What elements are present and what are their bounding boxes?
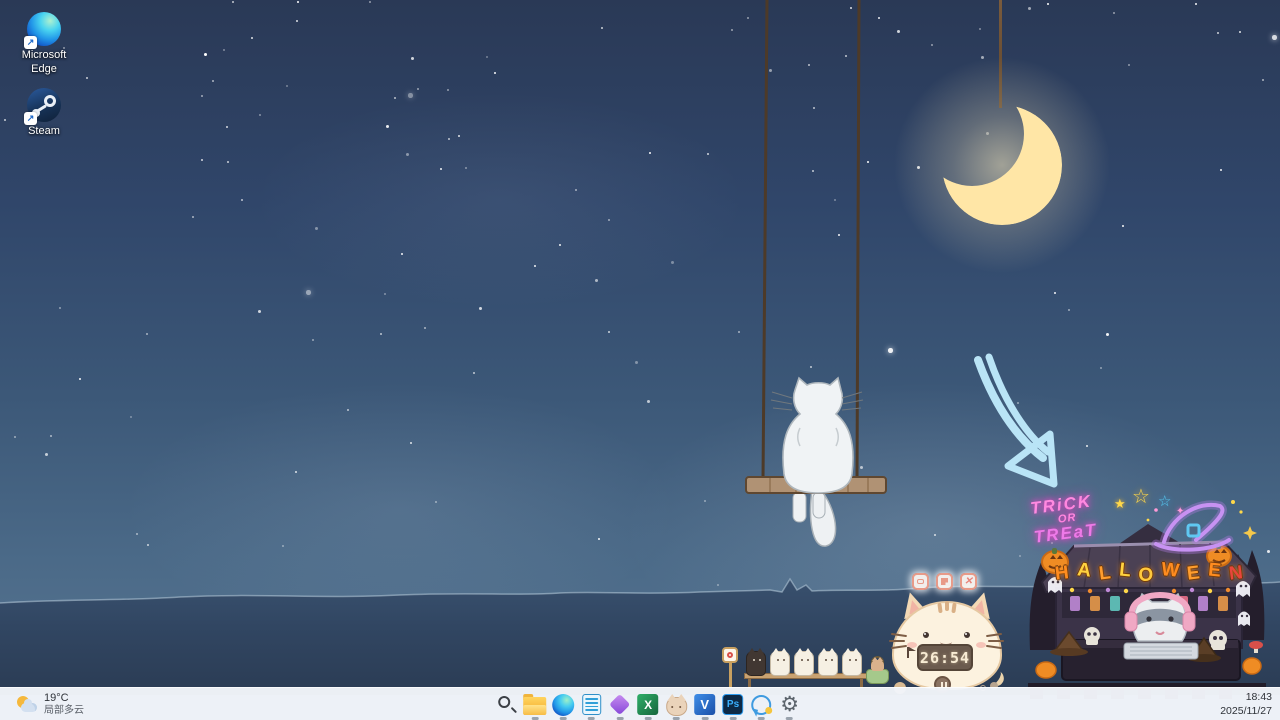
basket-cat — [871, 660, 884, 671]
close-button[interactable]: ✕ — [960, 573, 977, 590]
weather-condition: 局部多云 — [44, 705, 84, 717]
halloween-letter: E — [1207, 559, 1222, 582]
halloween-letter: H — [1054, 562, 1070, 586]
taskbar-icon-file-explorer[interactable] — [521, 688, 549, 720]
flag-icon — [907, 647, 909, 658]
taskbar-icon-photoshop[interactable]: Ps — [719, 688, 747, 720]
taskbar-icon-notes[interactable] — [577, 688, 605, 720]
timer-cat-body: 26:54 — [890, 592, 1006, 690]
cat-app-icon — [665, 693, 688, 716]
desktop-icon-edge[interactable]: ↗ Microsoft Edge — [6, 12, 82, 77]
taskbar-center-icons: X V Ps ⚙ — [464, 688, 804, 720]
desktop: ↗ Microsoft Edge ↗ Steam — [0, 0, 1280, 720]
basket — [866, 669, 889, 684]
halloween-letter: L — [1118, 559, 1132, 582]
search-icon — [495, 693, 518, 716]
file-explorer-icon — [523, 693, 546, 716]
bench-cat — [818, 651, 838, 676]
halloween-letter: L — [1098, 562, 1112, 585]
halloween-letter: N — [1228, 562, 1244, 586]
halloween-widget[interactable]: TRiCK OR TREaT ★ ☆ ☆ ✦ HALLOWEEN — [1028, 490, 1268, 705]
halloween-letter: A — [1076, 559, 1092, 582]
cat-on-swing-illustration — [700, 0, 900, 560]
halloween-letter: E — [1186, 562, 1201, 585]
neon-sign-text: TRiCK OR TREaT — [1029, 492, 1098, 547]
timer-display: 26:54 — [917, 644, 973, 671]
cat-bench-widget[interactable] — [720, 645, 890, 690]
taskbar: 19°C 局部多云 X — [0, 687, 1280, 720]
start-icon — [467, 693, 490, 716]
edge-logo-icon: ↗ — [27, 12, 61, 46]
steam-logo-icon: ↗ — [27, 88, 61, 122]
taskbar-icon-excel[interactable]: X — [634, 688, 662, 720]
cat-eye — [923, 632, 929, 638]
notes-icon — [580, 693, 603, 716]
desktop-icon-label: Steam — [6, 125, 82, 139]
cloud-patch — [250, 90, 750, 310]
pomodoro-timer-widget[interactable]: ✕ 26:54 — [890, 568, 1006, 690]
weather-partly-cloudy-icon — [16, 695, 38, 715]
taskbar-date: 2025/11/27 — [1220, 705, 1272, 719]
halloween-banner: HALLOWEEN — [1055, 562, 1243, 584]
taskbar-icon-edge[interactable] — [549, 688, 577, 720]
taskbar-clock[interactable]: 18:43 2025/11/27 — [1220, 691, 1272, 718]
desktop-icon-steam[interactable]: ↗ Steam — [6, 88, 82, 139]
bench-cat — [746, 651, 766, 676]
message-button[interactable] — [912, 573, 929, 590]
taskbar-time: 18:43 — [1220, 691, 1272, 705]
taskbar-icon-gem-app[interactable] — [606, 688, 634, 720]
layout-button[interactable] — [936, 573, 953, 590]
photoshop-icon: Ps — [722, 693, 745, 716]
taskbar-icon-start[interactable] — [464, 688, 492, 720]
visio-icon: V — [693, 693, 716, 716]
gem-app-icon — [608, 693, 631, 716]
chat-app-icon — [750, 693, 773, 716]
settings-icon: ⚙ — [778, 693, 801, 716]
taskbar-icon-search[interactable] — [493, 688, 521, 720]
bus-stop-sign-icon — [722, 647, 738, 663]
moon-illustration — [890, 30, 1110, 290]
shortcut-arrow-icon: ↗ — [24, 36, 37, 49]
taskbar-icon-cat-app[interactable] — [662, 688, 690, 720]
taskbar-weather-button[interactable]: 19°C 局部多云 — [10, 690, 90, 719]
taskbar-icon-visio[interactable]: V — [691, 688, 719, 720]
timer-time: 26:54 — [920, 649, 970, 667]
timer-widget-controls: ✕ — [912, 573, 977, 590]
desktop-icon-label: Microsoft Edge — [13, 49, 75, 77]
bench-cat — [842, 651, 862, 676]
weather-temperature: 19°C — [44, 692, 84, 705]
halloween-letter: O — [1138, 565, 1153, 587]
doodle-arrow — [948, 352, 1078, 492]
taskbar-icon-settings[interactable]: ⚙ — [775, 688, 803, 720]
excel-icon: X — [637, 693, 660, 716]
bench-cat — [794, 651, 814, 676]
halloween-letter: W — [1160, 559, 1180, 583]
cat-eye — [964, 632, 970, 638]
bench-cat — [770, 651, 790, 676]
shortcut-arrow-icon: ↗ — [24, 112, 37, 125]
taskbar-icon-chat-app[interactable] — [747, 688, 775, 720]
edge-icon — [552, 693, 575, 716]
